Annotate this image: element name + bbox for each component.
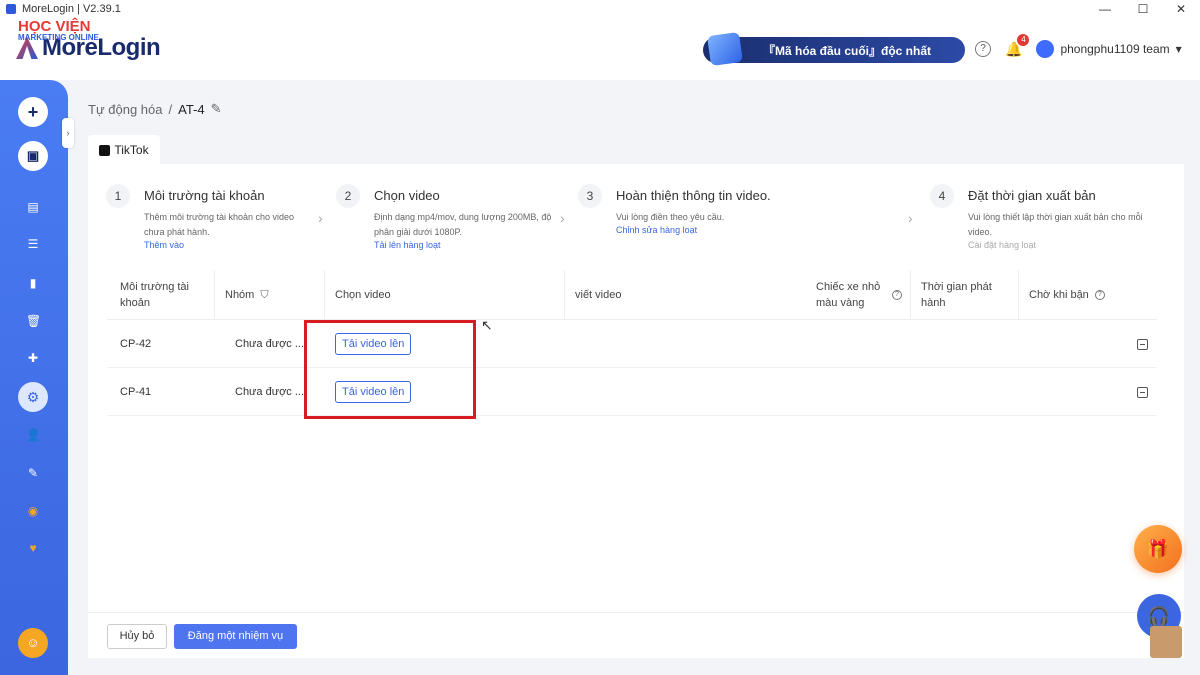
- table-row: CP-41 Chưa được ... Tải video lên: [107, 368, 1157, 416]
- step-desc: Định dạng mp4/mov, dung lượng 200MB, độ …: [374, 212, 552, 237]
- step-desc: Thêm môi trường tài khoản cho video chưa…: [144, 212, 294, 237]
- sidebar-collapse-button[interactable]: ›: [62, 118, 74, 148]
- batch-edit-link[interactable]: Chỉnh sửa hàng loạt: [616, 225, 697, 235]
- step-title: Môi trường tài khoản: [144, 188, 265, 203]
- chevron-down-icon: ▾: [1175, 42, 1182, 56]
- add-profile-button[interactable]: +: [18, 97, 48, 127]
- gift-icon[interactable]: 🎁: [1134, 525, 1182, 573]
- header-actions: ? 🔔 4 phongphu1109 team ▾: [975, 33, 1182, 58]
- trash-icon[interactable]: 🗑: [26, 314, 41, 328]
- puzzle-icon[interactable]: ✚: [26, 351, 40, 365]
- watermark-logo: HỌC VIỆN MARKETING ONLINE: [18, 18, 99, 42]
- col-time-label: Thời gian phát hành: [921, 281, 992, 309]
- col-group-label: Nhóm: [225, 289, 255, 301]
- window-title: MoreLogin | V2.39.1: [22, 3, 121, 15]
- robot-icon[interactable]: ⚙: [18, 382, 48, 412]
- step-number: 4: [930, 184, 954, 208]
- help-icon[interactable]: ?: [1094, 290, 1105, 300]
- panel-footer: Hủy bỏ Đăng một nhiệm vụ: [88, 612, 1184, 658]
- table-icon[interactable]: ☰: [26, 237, 40, 251]
- step-number: 3: [578, 184, 602, 208]
- remove-row-icon[interactable]: [1137, 387, 1148, 398]
- help-icon[interactable]: ?: [892, 290, 902, 300]
- minimize-button[interactable]: —: [1086, 0, 1124, 18]
- promo-text: 『Mã hóa đầu cuối』độc nhất: [763, 43, 932, 58]
- heart-icon[interactable]: ♥: [26, 541, 40, 555]
- user-menu[interactable]: phongphu1109 team ▾: [1036, 40, 1182, 58]
- add-env-link[interactable]: Thêm vào: [144, 240, 184, 250]
- tab-label: TikTok: [114, 143, 149, 157]
- col-env: Môi trường tài khoản: [120, 281, 189, 309]
- tab-tiktok[interactable]: TikTok: [88, 135, 160, 165]
- col-wait-label: Chờ khi bận: [1029, 289, 1089, 301]
- clipboard-icon[interactable]: ▮: [26, 276, 40, 290]
- env-cell: CP-42: [120, 338, 152, 350]
- cancel-button[interactable]: Hủy bỏ: [107, 624, 167, 649]
- promo-banner[interactable]: 『Mã hóa đầu cuối』độc nhất: [703, 31, 965, 67]
- step-title: Đặt thời gian xuất bản: [968, 188, 1096, 203]
- col-group: Nhóm ⛉: [214, 270, 324, 320]
- col-cart-label: Chiếc xe nhỏ màu vàng: [816, 281, 881, 309]
- submit-task-button[interactable]: Đăng một nhiệm vụ: [174, 624, 297, 649]
- col-wait: Chờ khi bận ?: [1018, 270, 1157, 320]
- browser-icon[interactable]: ▣: [18, 141, 48, 171]
- maximize-button[interactable]: ☐: [1124, 0, 1162, 18]
- highlight-box: [304, 320, 476, 419]
- env-cell: CP-41: [120, 386, 152, 398]
- window-titlebar: MoreLogin | V2.39.1 — ☐ ✕: [0, 0, 1200, 18]
- mascot-icon: [1150, 626, 1182, 658]
- step-number: 1: [106, 184, 130, 208]
- notification-bell-icon[interactable]: 🔔 4: [1005, 33, 1030, 58]
- step-title: Chọn video: [374, 188, 440, 203]
- col-video: Chọn video: [324, 270, 564, 320]
- batch-upload-link[interactable]: Tải lên hàng loạt: [374, 240, 441, 250]
- task-panel: 1 Môi trường tài khoản Thêm môi trường t…: [88, 164, 1184, 658]
- close-button[interactable]: ✕: [1162, 0, 1200, 18]
- breadcrumb-separator: /: [168, 101, 173, 117]
- step-desc: Vui lòng điền theo yêu cầu.: [616, 212, 725, 222]
- filter-icon[interactable]: ⛉: [260, 287, 268, 303]
- step-number: 2: [336, 184, 360, 208]
- chevron-right-icon: ›: [560, 210, 565, 226]
- cube-icon: [707, 31, 743, 67]
- support-icon[interactable]: ☺: [18, 628, 48, 658]
- user-name: phongphu1109 team: [1060, 42, 1170, 56]
- chevron-right-icon: ›: [908, 210, 913, 226]
- edit-icon[interactable]: ✎: [211, 101, 222, 117]
- users-icon[interactable]: 👤: [26, 428, 41, 442]
- col-time: Thời gian phát hành: [910, 270, 1018, 320]
- app-header: MoreLogin HỌC VIỆN MARKETING ONLINE 『Mã …: [0, 18, 1200, 80]
- step-desc: Vui lòng thiết lập thời gian xuất bản ch…: [968, 212, 1143, 237]
- batch-schedule-link: Cài đặt hàng loạt: [968, 240, 1037, 250]
- col-write: viết video: [564, 270, 804, 320]
- breadcrumb-root[interactable]: Tự động hóa: [88, 102, 162, 117]
- chevron-right-icon: ›: [318, 210, 323, 226]
- notification-badge: 4: [1017, 33, 1030, 46]
- clock-icon[interactable]: ◉: [26, 504, 40, 518]
- group-select[interactable]: Chưa được ...: [227, 380, 305, 404]
- app-icon: [6, 4, 16, 14]
- table-header: Môi trường tài khoản Nhóm ⛉ Chọn video v…: [107, 270, 1157, 320]
- mouse-cursor-icon: ↖: [481, 317, 493, 333]
- table-row: CP-42 Chưa được ... Tải video lên: [107, 320, 1157, 368]
- breadcrumb: Tự động hóa / AT-4 ✎: [88, 101, 222, 117]
- tiktok-icon: [99, 144, 111, 156]
- api-icon[interactable]: ✎: [26, 466, 40, 480]
- list-icon[interactable]: ▤: [26, 200, 40, 214]
- col-cart: Chiếc xe nhỏ màu vàng ?: [816, 270, 906, 320]
- remove-row-icon[interactable]: [1137, 339, 1148, 350]
- sidebar: + ▣ ▤ ☰ ▮ 🗑 ✚ ⚙ 👤 ✎ ◉ ♥ ☺: [0, 80, 68, 675]
- avatar: [1036, 40, 1055, 58]
- help-icon[interactable]: ?: [975, 41, 991, 57]
- watermark-subtitle: MARKETING ONLINE: [18, 33, 99, 42]
- window-controls: — ☐ ✕: [1086, 0, 1200, 18]
- breadcrumb-current: AT-4: [178, 101, 205, 117]
- group-select[interactable]: Chưa được ...: [227, 332, 305, 356]
- step-title: Hoàn thiện thông tin video.: [616, 188, 771, 203]
